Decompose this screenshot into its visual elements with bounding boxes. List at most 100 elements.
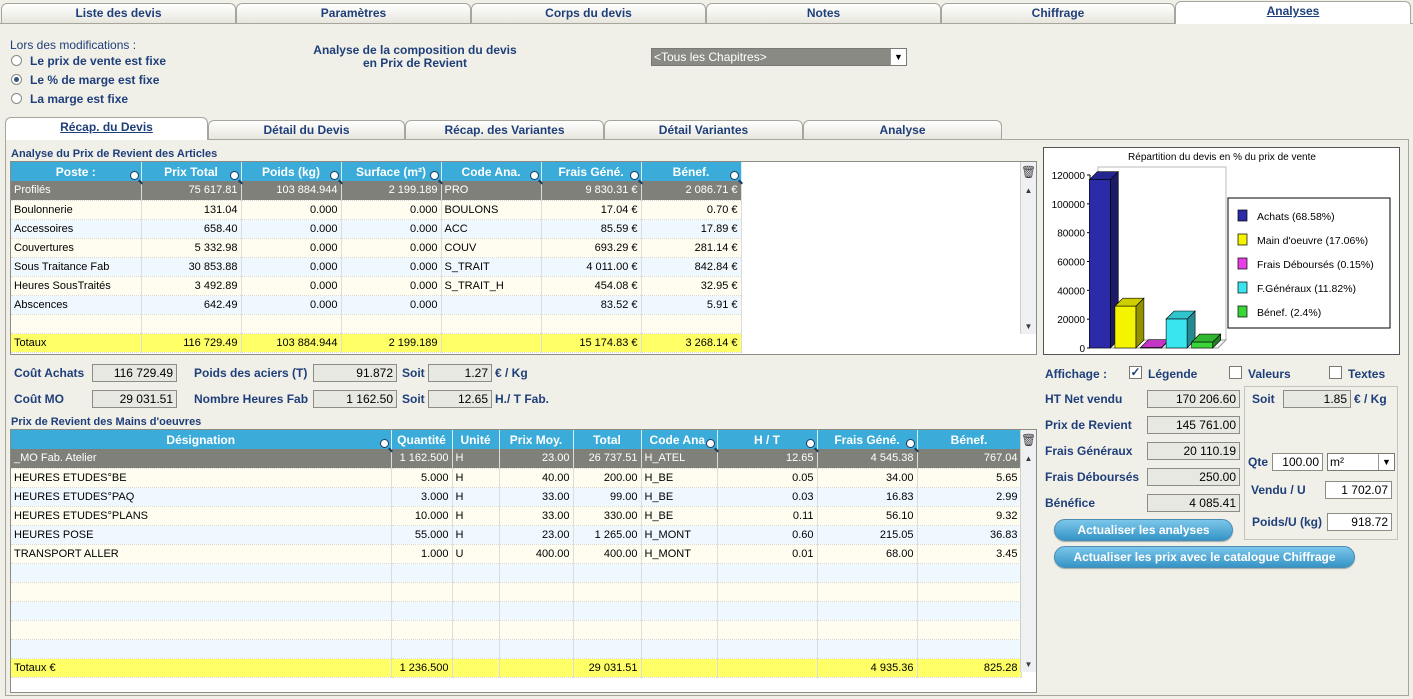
- table-row[interactable]: [11, 620, 1022, 640]
- table-row[interactable]: Heures SousTraités 3 492.89 0.000 0.000 S_TR…: [11, 276, 742, 296]
- search-icon[interactable]: [629, 171, 639, 180]
- subtab-recap-devis[interactable]: Récap. du Devis: [5, 117, 208, 140]
- articles-col-header[interactable]: Bénef.: [641, 162, 742, 181]
- search-icon[interactable]: [705, 439, 715, 448]
- subtab-detail-devis[interactable]: Détail du Devis: [208, 120, 405, 139]
- totals-row[interactable]: Totaux €1 236.500 29 031.51 4 935.36 825.28: [11, 658, 1022, 678]
- labour-col-header[interactable]: Prix Moy.: [499, 430, 574, 449]
- frais-generaux-field[interactable]: 20 110.19: [1147, 442, 1240, 460]
- table-cell: Couvertures: [11, 238, 142, 258]
- radio-marge-fixe[interactable]: [11, 93, 22, 104]
- heures-fab-field[interactable]: 1 162.50: [313, 390, 397, 408]
- scroll-up-icon[interactable]: ▲: [1021, 452, 1036, 466]
- labour-col-header[interactable]: Code Ana.: [641, 430, 718, 449]
- chapter-select[interactable]: <Tous les Chapitres> ▼: [651, 48, 907, 66]
- articles-col-header[interactable]: Poids (kg): [241, 162, 342, 181]
- tab-corps-devis[interactable]: Corps du devis: [471, 3, 706, 23]
- articles-col-header[interactable]: Prix Total: [141, 162, 242, 181]
- subtab-recap-variantes[interactable]: Récap. des Variantes: [405, 120, 604, 139]
- labour-col-header[interactable]: Frais Géné.: [817, 430, 918, 449]
- soit-h-field[interactable]: 12.65: [428, 390, 492, 408]
- soit-field[interactable]: 1.85: [1283, 390, 1351, 408]
- labour-col-header[interactable]: Total: [573, 430, 642, 449]
- table-row[interactable]: HEURES POSE 55.000 H 23.00 1 265.00 H_MONT 0.6…: [11, 525, 1022, 545]
- table-row[interactable]: [11, 314, 742, 334]
- table-row[interactable]: [11, 601, 1022, 621]
- chart-bar: [1191, 341, 1213, 349]
- table-row[interactable]: Profilés 75 617.81 103 884.944 2 199.189 PRO…: [11, 181, 742, 201]
- articles-col-header[interactable]: Code Ana.: [441, 162, 542, 181]
- search-icon[interactable]: [905, 439, 915, 448]
- refresh-analysis-button[interactable]: Actualiser les analyses: [1054, 519, 1233, 541]
- table-row[interactable]: HEURES ETUDES°PLANS 10.000 H 33.00 330.00 H_B…: [11, 506, 1022, 526]
- articles-col-header[interactable]: Surface (m²): [341, 162, 442, 181]
- labour-col-header[interactable]: Bénef.: [917, 430, 1022, 449]
- table-row[interactable]: HEURES ETUDES°BE 5.000 H 40.00 200.00 H_BE 0.0…: [11, 468, 1022, 488]
- table-row[interactable]: HEURES ETUDES°PAQ 3.000 H 33.00 99.00 H_BE 0.0…: [11, 487, 1022, 507]
- tab-parametres[interactable]: Paramètres: [236, 3, 471, 23]
- trash-icon[interactable]: 🗑: [1021, 162, 1036, 179]
- table-row[interactable]: Abscences 642.49 0.000 0.000 83.52 €5.91 €: [11, 295, 742, 315]
- qte-field[interactable]: 100.00: [1272, 453, 1323, 471]
- soit-unit-label: € / Kg: [1354, 392, 1387, 406]
- chevron-down-icon[interactable]: ▼: [890, 49, 906, 65]
- labour-scrollbar[interactable]: 🗑 ▲ ▼: [1020, 430, 1036, 672]
- scroll-down-icon[interactable]: ▼: [1021, 658, 1036, 672]
- search-icon[interactable]: [229, 171, 239, 180]
- radio-marge-pct[interactable]: [11, 74, 22, 85]
- poids-u-field[interactable]: 918.72: [1327, 513, 1392, 531]
- scroll-down-icon[interactable]: ▼: [1021, 320, 1036, 334]
- radio-prix-vente[interactable]: [11, 55, 22, 66]
- search-icon[interactable]: [129, 171, 139, 180]
- tab-notes[interactable]: Notes: [706, 3, 941, 23]
- chevron-down-icon[interactable]: ▼: [1378, 454, 1394, 470]
- poids-aciers-field[interactable]: 91.872: [313, 364, 397, 382]
- articles-scrollbar[interactable]: 🗑 ▲ ▼: [1020, 162, 1036, 334]
- search-icon[interactable]: [379, 439, 389, 448]
- prix-revient-field[interactable]: 145 761.00: [1147, 416, 1240, 434]
- frais-debourses-field[interactable]: 250.00: [1147, 468, 1240, 486]
- refresh-catalog-button[interactable]: Actualiser les prix avec le catalogue Ch…: [1054, 546, 1355, 568]
- qte-unit-select[interactable]: m² ▼: [1327, 453, 1395, 471]
- scroll-up-icon[interactable]: ▲: [1021, 184, 1036, 198]
- labour-col-header-label: Unité: [460, 432, 491, 447]
- table-row[interactable]: _MO Fab. Atelier 1 162.500 H 23.00 26 737.51…: [11, 449, 1022, 469]
- ht-net-field[interactable]: 170 206.60: [1147, 390, 1240, 408]
- table-row[interactable]: [11, 582, 1022, 602]
- table-row[interactable]: Boulonnerie 131.04 0.000 0.000 BOULONS 17.04 …: [11, 200, 742, 220]
- textes-checkbox[interactable]: [1329, 366, 1342, 379]
- labour-col-header[interactable]: Unité: [452, 430, 500, 449]
- legende-checkbox[interactable]: ✓: [1129, 366, 1142, 379]
- search-icon[interactable]: [805, 439, 815, 448]
- valeurs-checkbox[interactable]: [1229, 366, 1242, 379]
- table-cell: [917, 639, 1022, 659]
- table-row[interactable]: Sous Traitance Fab 30 853.88 0.000 0.000 S_T…: [11, 257, 742, 277]
- tab-liste-devis[interactable]: Liste des devis: [1, 3, 236, 23]
- table-row[interactable]: [11, 563, 1022, 583]
- subtab-detail-variantes[interactable]: Détail Variantes: [604, 120, 803, 139]
- cout-achats-field[interactable]: 116 729.49: [92, 364, 177, 382]
- articles-col-header[interactable]: Frais Géné.: [541, 162, 642, 181]
- benefice-field[interactable]: 4 085.41: [1147, 494, 1240, 512]
- subtab-analyse[interactable]: Analyse: [803, 120, 1002, 139]
- table-row[interactable]: [11, 639, 1022, 659]
- tab-analyses[interactable]: Analyses: [1175, 1, 1411, 24]
- trash-icon[interactable]: 🗑: [1021, 430, 1036, 447]
- table-row[interactable]: TRANSPORT ALLER 1.000 U 400.00 400.00 H_MONT 0…: [11, 544, 1022, 564]
- table-cell: [11, 582, 392, 602]
- search-icon[interactable]: [729, 171, 739, 180]
- search-icon[interactable]: [329, 171, 339, 180]
- vendu-u-field[interactable]: 1 702.07: [1325, 481, 1392, 499]
- table-row[interactable]: Couvertures 5 332.98 0.000 0.000 COUV 693.29 …: [11, 238, 742, 258]
- labour-col-header[interactable]: H / T: [717, 430, 818, 449]
- labour-col-header[interactable]: Désignation: [11, 430, 392, 449]
- soit-kg-field[interactable]: 1.27: [428, 364, 492, 382]
- labour-col-header[interactable]: Quantité: [391, 430, 453, 449]
- tab-chiffrage[interactable]: Chiffrage: [941, 3, 1175, 23]
- cout-mo-field[interactable]: 29 031.51: [92, 390, 177, 408]
- search-icon[interactable]: [429, 171, 439, 180]
- table-row[interactable]: Accessoires 658.40 0.000 0.000 ACC 85.59 €17.…: [11, 219, 742, 239]
- totals-row[interactable]: Totaux 116 729.49 103 884.944 2 199.189 15 1…: [11, 333, 742, 353]
- articles-col-header[interactable]: Poste :: [11, 162, 142, 181]
- search-icon[interactable]: [529, 171, 539, 180]
